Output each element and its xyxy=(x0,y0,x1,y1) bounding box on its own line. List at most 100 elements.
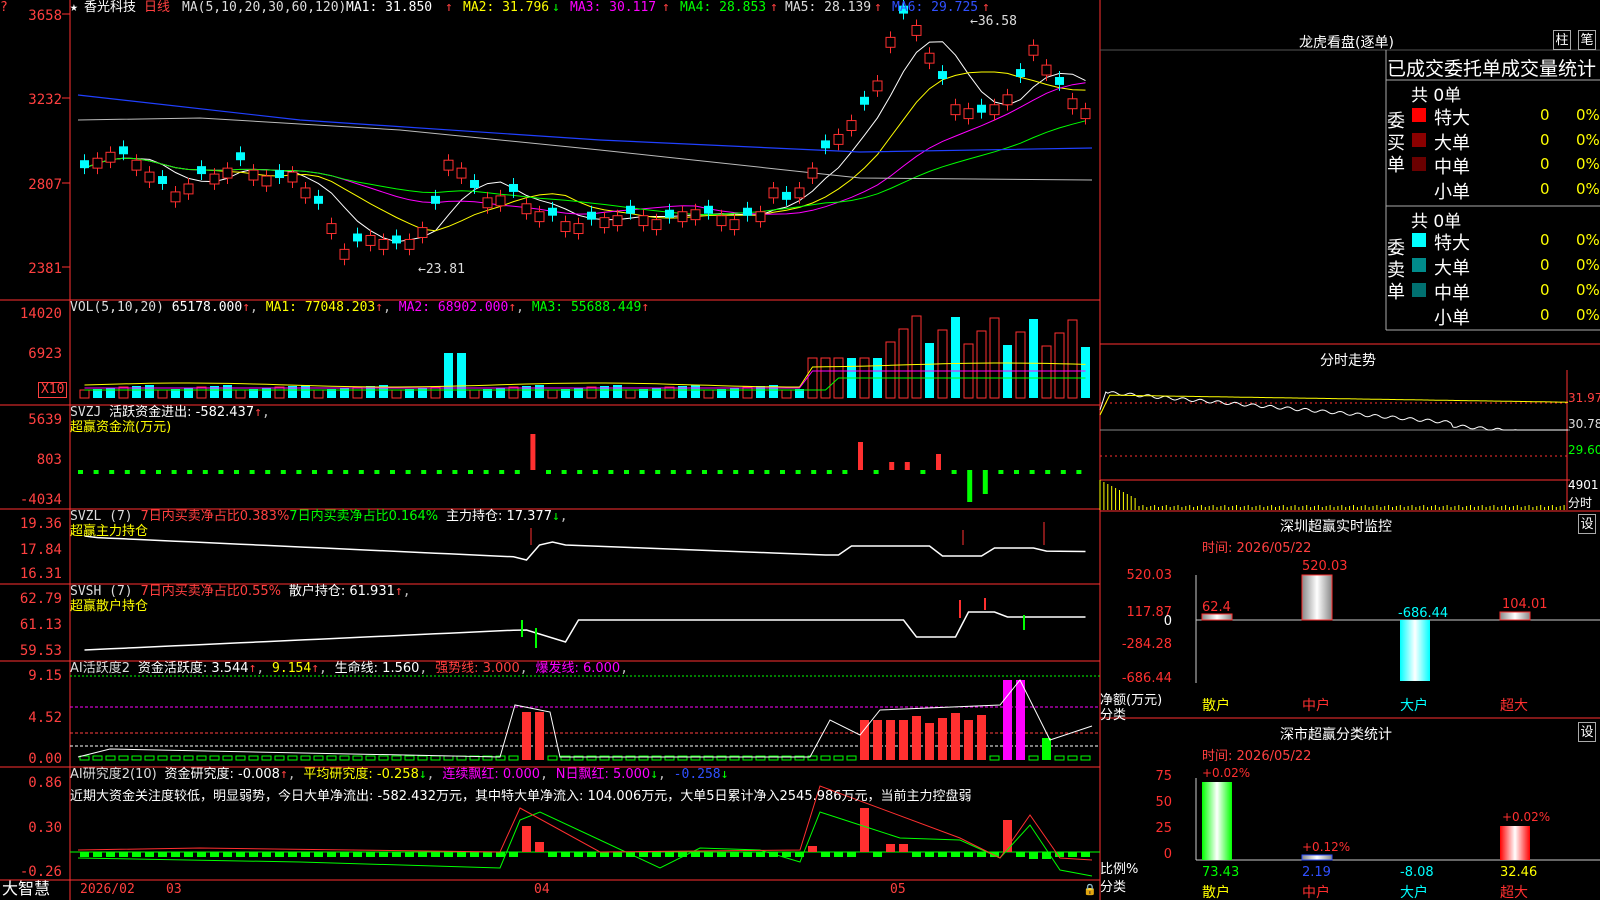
activity-bar xyxy=(1028,755,1039,761)
activity-bar xyxy=(365,755,376,761)
candle-up xyxy=(846,120,857,131)
vol-value: 65178.000 xyxy=(171,300,243,315)
ai2-tick: 0.30 xyxy=(28,820,62,836)
candle-up xyxy=(885,36,896,48)
period-label[interactable]: 日线 xyxy=(144,0,170,16)
sz-bar-label: 104.01 xyxy=(1502,597,1548,612)
candle-up xyxy=(300,187,311,199)
fund-flow-bar xyxy=(436,470,442,474)
sz-settings-button[interactable]: 设 xyxy=(1578,514,1596,534)
low-price-label: ←23.81 xyxy=(418,262,465,277)
svzj-subtitle: 超赢资金流(万元) xyxy=(70,420,172,435)
candle-up xyxy=(599,217,610,229)
lhb-title: 龙虎看盘(逐单) xyxy=(1299,35,1394,51)
row-label: 大单 xyxy=(1434,258,1470,279)
research-bar xyxy=(912,852,921,857)
candle-up xyxy=(222,167,233,179)
ai1-name[interactable]: AI活跃度2 xyxy=(70,661,130,676)
fund-flow-bar xyxy=(343,470,349,474)
fund-flow-bar xyxy=(296,470,302,474)
svsh-name[interactable]: SVSH (7) xyxy=(70,584,133,599)
fund-flow-bar xyxy=(811,470,817,474)
ma6-value: MA6: 29.725 xyxy=(892,0,979,15)
price-tick: 2381 xyxy=(28,261,62,277)
favorite-icon[interactable]: ★ xyxy=(70,0,78,16)
candle-up xyxy=(690,209,701,221)
research-bar xyxy=(639,852,648,857)
lock-icon[interactable]: 🔒 xyxy=(1083,882,1097,898)
volume-bar xyxy=(79,389,90,399)
sc-top-label: +0.02% xyxy=(1502,810,1550,824)
fund-flow-bar xyxy=(78,470,83,474)
volume-bar xyxy=(885,341,896,399)
candle-up xyxy=(612,215,623,227)
candle-up xyxy=(183,183,194,195)
research-bar xyxy=(587,852,596,857)
intraday-tick: 29.60 xyxy=(1568,443,1600,457)
svzl-name[interactable]: SVZL (7) xyxy=(70,509,133,524)
svsh-t1: 7日内买卖净占比0.55% xyxy=(140,584,282,599)
fund-flow-bar xyxy=(1014,470,1019,474)
candle-up xyxy=(833,133,844,145)
fund-flow-bar xyxy=(171,470,177,474)
fund-flow-bar xyxy=(249,470,255,474)
candle-up xyxy=(404,238,415,250)
intraday-tick: 30.78 xyxy=(1568,417,1600,431)
research-bar xyxy=(535,842,544,852)
buy-total: 共 0单 xyxy=(1411,86,1462,106)
fund-flow-bar xyxy=(374,470,380,474)
fund-flow-bar xyxy=(140,470,146,474)
retail-position-line xyxy=(84,611,1086,651)
ai2-name[interactable]: AI研究度2(10) xyxy=(70,767,157,782)
intraday-unit[interactable]: 分时 xyxy=(1568,494,1592,511)
activity-bar xyxy=(1016,680,1025,760)
sc-bottom-label: 73.43 xyxy=(1202,865,1239,880)
svzl-tick: 17.84 xyxy=(19,542,62,558)
bar-mode-button[interactable]: 柱 xyxy=(1553,30,1571,50)
sz-category: 散户 xyxy=(1202,697,1230,714)
ma-line xyxy=(84,41,1086,243)
research-bar xyxy=(210,852,219,857)
candle-up xyxy=(924,52,935,64)
sz-bar xyxy=(1499,611,1531,621)
activity-bar xyxy=(1080,755,1091,761)
volume-bar xyxy=(430,386,441,399)
vol-ma3: MA3: 55688.449 xyxy=(531,300,642,315)
candle-up xyxy=(170,191,181,203)
svsh-t2: 散户持仓: 61.931 xyxy=(288,584,395,599)
candle-up xyxy=(755,211,766,223)
candle-down xyxy=(197,166,206,175)
fund-flow-bar xyxy=(187,470,193,474)
sz-tick: -686.44 xyxy=(1122,671,1172,686)
research-bar xyxy=(184,852,193,857)
candle-up xyxy=(1041,64,1052,76)
research-bar xyxy=(847,852,856,857)
research-bar xyxy=(405,852,414,857)
fund-flow-bar xyxy=(1060,470,1066,474)
tick-mode-button[interactable]: 笔 xyxy=(1578,30,1596,50)
row-label: 特大 xyxy=(1434,233,1470,254)
main-position-line xyxy=(84,535,1086,561)
vol-unit-badge[interactable]: X10 xyxy=(38,382,68,398)
ma-params[interactable]: MA(5,10,20,30,60,120) xyxy=(182,0,346,16)
fund-flow-bar xyxy=(202,470,208,474)
activity-bar xyxy=(912,716,921,760)
fund-flow-bar xyxy=(795,470,801,474)
candle-up xyxy=(794,187,805,199)
volume-bar xyxy=(157,389,168,399)
fund-flow-bar xyxy=(920,470,926,474)
candle-up xyxy=(729,219,740,231)
volume-bar xyxy=(781,389,792,399)
vol-tick: 14020 xyxy=(19,306,62,322)
activity-bar xyxy=(1054,755,1065,761)
sc-tick: 50 xyxy=(1155,795,1172,810)
sc-settings-button[interactable]: 设 xyxy=(1578,722,1596,742)
svzj-name[interactable]: SVZJ xyxy=(70,405,101,420)
sz-category: 超大 xyxy=(1500,698,1528,714)
research-bar xyxy=(288,852,297,857)
vol-params[interactable]: VOL(5,10,20) xyxy=(70,300,164,315)
intraday-tick: 31.97 xyxy=(1568,391,1600,405)
row-percent: 0% xyxy=(1576,106,1600,124)
volume-bar xyxy=(535,385,544,398)
kline-chart-area[interactable]: 520.03117.870-284.28-686.4462.4520.03-68… xyxy=(0,0,1600,900)
